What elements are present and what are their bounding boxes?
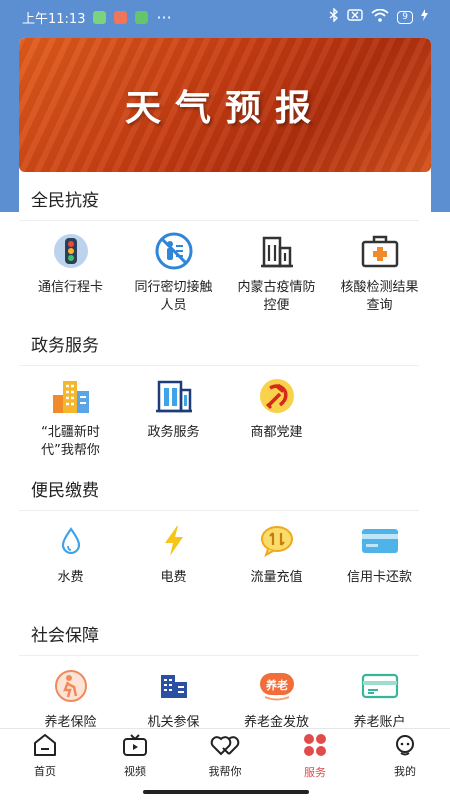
tab-services[interactable]: 服务 [270, 729, 360, 784]
service-item-trip-card[interactable]: 通信行程卡 [19, 231, 122, 315]
tab-home[interactable]: 首页 [0, 729, 90, 784]
service-item-electricity-fee[interactable]: 电费 [122, 521, 225, 587]
party-emblem-icon [257, 376, 297, 416]
status-bar: 上午11:13 ··· 9 [0, 0, 450, 34]
office-icon [154, 666, 194, 706]
service-label: 内蒙古疫情防控便 [237, 280, 316, 313]
service-label: 通信行程卡 [37, 280, 103, 295]
tab-mine[interactable]: 我的 [360, 729, 450, 784]
service-item-close-contact[interactable]: 同行密切接触人员 [122, 231, 225, 315]
service-item-data-recharge[interactable]: 流量充值 [225, 521, 328, 587]
service-label: 信用卡还款 [346, 570, 412, 585]
tab-label: 我的 [394, 765, 416, 778]
service-label: 同行密切接触人员 [134, 280, 213, 313]
service-label: 流量充值 [250, 570, 303, 585]
tab-label: 首页 [34, 765, 56, 778]
government-building-icon [154, 376, 194, 416]
service-label: 水费 [57, 570, 84, 585]
tab-help-you[interactable]: 我帮你 [180, 729, 270, 784]
credit-card-icon [360, 521, 400, 561]
home-indicator[interactable] [143, 790, 309, 794]
service-label: 养老保险 [44, 715, 97, 728]
building-icon [257, 231, 297, 271]
service-item-epidemic-control[interactable]: 内蒙古疫情防控便 [225, 231, 328, 315]
tab-label: 服务 [304, 766, 326, 779]
clover-icon [302, 733, 328, 761]
service-label: 养老账户 [353, 715, 406, 728]
medical-kit-icon [360, 231, 400, 271]
bottom-tab-bar: 首页 视频 我帮你 服务 我的 [0, 728, 450, 784]
service-item-party-building[interactable]: 商都党建 [225, 376, 328, 460]
traffic-light-icon [51, 231, 91, 271]
service-item-water-fee[interactable]: 水费 [19, 521, 122, 587]
lightning-icon [154, 521, 194, 561]
section-title: 政务服务 [19, 317, 419, 366]
service-item-agency-insurance[interactable]: 机关参保 [122, 666, 225, 728]
service-label: 政务服务 [147, 425, 200, 440]
no-sim-icon [347, 9, 363, 25]
wifi-icon [371, 8, 389, 26]
section-title: 全民抗疫 [19, 172, 419, 221]
section-anti-epidemic: 全民抗疫 通信行程卡 同行密切接触人员 内蒙古疫情防控便 核酸检测结果查询 [19, 172, 431, 317]
service-item-gov-service[interactable]: 政务服务 [122, 376, 225, 460]
account-card-icon [360, 666, 400, 706]
section-government-services: 政务服务 “北疆新时代”我帮你 政务服务 商都党建 [19, 317, 431, 462]
service-label: 核酸检测结果查询 [340, 280, 419, 313]
notification-app-icon [93, 10, 107, 24]
service-item-beijiang-help[interactable]: “北疆新时代”我帮你 [19, 376, 122, 460]
bluetooth-icon [329, 7, 339, 26]
data-recharge-icon [257, 521, 297, 561]
status-time: 上午11:13 [22, 11, 86, 27]
section-utility-payments: 便民缴费 水费 电费 流量充值 信用卡还款 [19, 462, 431, 607]
hearts-icon [210, 734, 240, 760]
service-label: “北疆新时代”我帮你 [41, 425, 100, 458]
section-title: 便民缴费 [19, 462, 419, 511]
more-notifications-indicator: ··· [156, 7, 172, 27]
section-social-security: 社会保障 养老保险 机关参保 养老 养老金发放 养老账户 [19, 607, 431, 728]
notification-app-icon [114, 10, 128, 24]
water-drop-icon [51, 521, 91, 561]
weather-banner[interactable]: 天气预报 [19, 38, 431, 172]
charging-icon [421, 9, 428, 25]
user-icon [393, 734, 417, 760]
download-icon [135, 10, 149, 24]
city-icon [51, 376, 91, 416]
service-item-nucleic-test[interactable]: 核酸检测结果查询 [328, 231, 431, 315]
tab-label: 我帮你 [208, 765, 242, 778]
services-card: 天气预报 全民抗疫 通信行程卡 同行密切接触人员 内蒙古疫情防控便 核酸检测结果… [19, 38, 431, 728]
home-icon [33, 734, 57, 760]
tab-video[interactable]: 视频 [90, 729, 180, 784]
pension-badge-icon: 养老 [257, 666, 297, 706]
service-item-pension-insurance[interactable]: 养老保险 [19, 666, 122, 728]
no-contact-icon [154, 231, 194, 271]
service-label: 养老金发放 [243, 715, 309, 728]
service-item-credit-card-repay[interactable]: 信用卡还款 [328, 521, 431, 587]
service-label: 电费 [160, 570, 187, 585]
service-label: 商都党建 [250, 425, 303, 440]
service-item-pension-payout[interactable]: 养老 养老金发放 [225, 666, 328, 728]
battery-icon: 9 [397, 10, 413, 24]
service-item-pension-account[interactable]: 养老账户 [328, 666, 431, 728]
banner-title: 天气预报 [124, 88, 325, 129]
elderly-icon [51, 666, 91, 706]
pension-badge-text: 养老 [265, 678, 288, 692]
section-title: 社会保障 [19, 607, 419, 656]
service-label: 机关参保 [147, 715, 200, 728]
tv-icon [122, 734, 148, 760]
tab-label: 视频 [124, 765, 146, 778]
